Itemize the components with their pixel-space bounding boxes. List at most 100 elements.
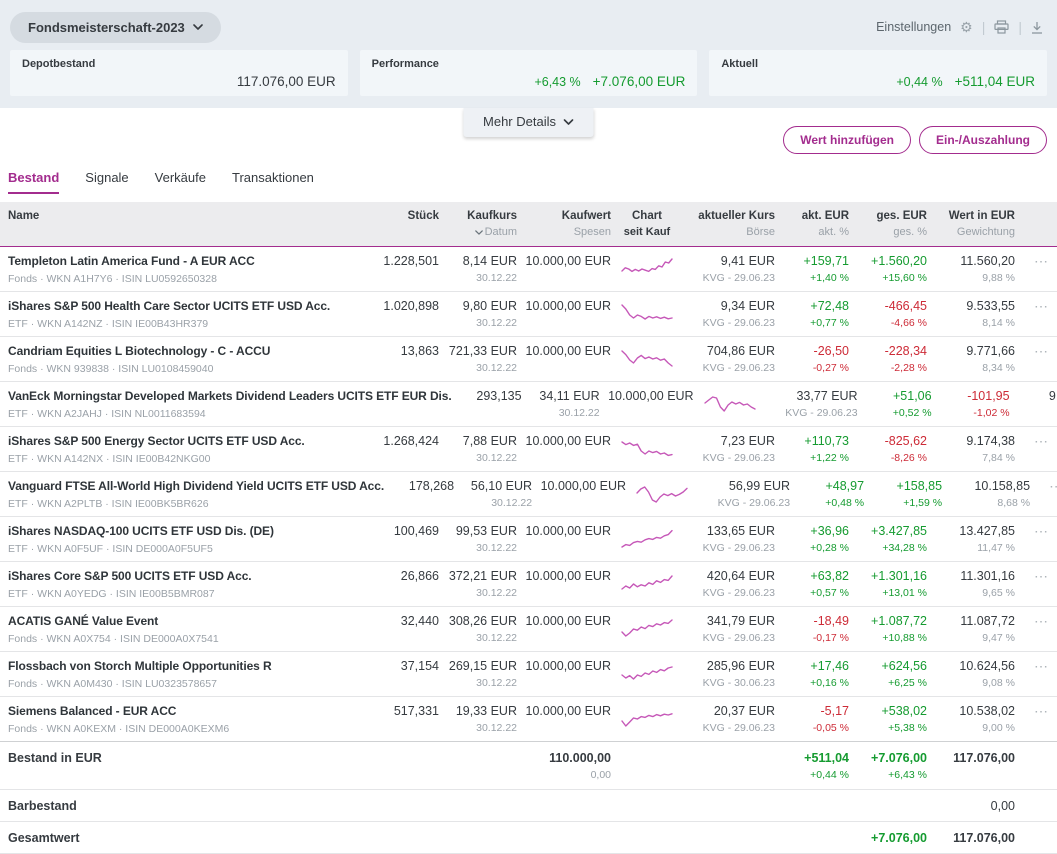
sparkline-chart	[617, 344, 677, 372]
row-menu-button[interactable]: ⋯	[1021, 524, 1049, 538]
card-depotbestand: Depotbestand 117.076,00 EUR	[10, 50, 348, 96]
download-icon[interactable]	[1031, 21, 1043, 34]
table-row: Siemens Balanced - EUR ACC Fonds · WKN A0…	[0, 697, 1057, 742]
summary-label: Bestand in EUR	[8, 751, 102, 765]
sparkline-chart	[617, 704, 677, 732]
position-meta: ETF · WKN A142NZ · ISIN IE00B43HR379	[8, 318, 209, 330]
col-kaufkurs[interactable]: Kaufkurs Datum	[445, 210, 517, 238]
row-menu-button[interactable]: ⋯	[1021, 659, 1049, 673]
tab-transaktionen[interactable]: Transaktionen	[232, 164, 314, 194]
sparkline-chart	[617, 569, 677, 597]
position-name[interactable]: iShares S&P 500 Health Care Sector UCITS…	[8, 299, 369, 313]
position-meta: Fonds · WKN 939838 · ISIN LU0108459040	[8, 363, 214, 375]
more-details-button[interactable]: Mehr Details	[463, 108, 594, 137]
portfolio-selector[interactable]: Fondsmeisterschaft-2023	[10, 11, 221, 43]
aktuell-percent: +0,44 %	[896, 75, 943, 89]
position-name[interactable]: Flossbach von Storch Multiple Opportunit…	[8, 659, 369, 673]
sort-chevron-down-icon	[474, 230, 483, 235]
summary-row-barbestand: Barbestand 0,00	[0, 790, 1057, 822]
table-body: Templeton Latin America Fund - A EUR ACC…	[0, 247, 1057, 742]
row-menu-button[interactable]: ⋯	[1021, 344, 1049, 358]
tab-bar: Bestand Signale Verkäufe Transaktionen	[0, 164, 1057, 194]
positions-table: Name Stück Kaufkurs Datum Kaufwert Spese…	[0, 202, 1057, 854]
table-row: Vanguard FTSE All-World High Dividend Yi…	[0, 472, 1057, 517]
position-meta: Fonds · WKN A0X754 · ISIN DE000A0X7541	[8, 633, 219, 645]
deposit-withdrawal-button[interactable]: Ein-/Auszahlung	[919, 126, 1047, 154]
position-meta: Fonds · WKN A1H7Y6 · ISIN LU0592650328	[8, 273, 217, 285]
col-akt: akt. EUR akt. %	[801, 210, 849, 238]
position-meta: ETF · WKN A0YEDG · ISIN IE00B5BMR087	[8, 588, 215, 600]
position-name[interactable]: ACATIS GANÉ Value Event	[8, 614, 369, 628]
sparkline-chart	[617, 434, 677, 462]
details-zone: Mehr Details Wert hinzufügen Ein-/Auszah…	[0, 108, 1057, 162]
table-row: iShares NASDAQ-100 UCITS ETF USD Dis. (D…	[0, 517, 1057, 562]
more-details-label: Mehr Details	[483, 114, 556, 129]
card-aktuell: Aktuell +0,44 % +511,04 EUR	[709, 50, 1048, 96]
position-name[interactable]: iShares NASDAQ-100 UCITS ETF USD Dis. (D…	[8, 524, 369, 538]
add-value-button[interactable]: Wert hinzufügen	[783, 126, 911, 154]
summary-label: Gesamtwert	[8, 831, 80, 845]
col-name: Name	[8, 210, 40, 222]
performance-value: +7.076,00 EUR	[592, 74, 686, 89]
chevron-down-icon	[192, 24, 203, 30]
sparkline-chart	[632, 479, 692, 507]
table-row: VanEck Morningstar Developed Markets Div…	[0, 382, 1057, 427]
gear-icon[interactable]: ⚙	[960, 19, 973, 36]
barbestand-wert: 0,00	[990, 799, 1015, 813]
row-menu-button[interactable]: ⋯	[1021, 254, 1049, 268]
col-kurs: aktueller Kurs Börse	[698, 210, 775, 238]
row-menu-button[interactable]: ⋯	[1021, 434, 1049, 448]
sparkline-chart	[617, 614, 677, 642]
bestand-ges-eur: +7.076,00	[871, 751, 927, 765]
summary-row-bestand: Bestand in EUR 110.000,00 0,00 +511,04 +…	[0, 741, 1057, 790]
position-name[interactable]: Vanguard FTSE All-World High Dividend Yi…	[8, 479, 384, 493]
position-name[interactable]: VanEck Morningstar Developed Markets Div…	[8, 389, 452, 403]
col-chart: Chart seit Kauf	[623, 210, 671, 238]
position-name[interactable]: Siemens Balanced - EUR ACC	[8, 704, 369, 718]
action-buttons: Wert hinzufügen Ein-/Auszahlung	[783, 126, 1047, 154]
sparkline-chart	[617, 524, 677, 552]
printer-icon[interactable]	[994, 20, 1009, 34]
tab-bestand[interactable]: Bestand	[8, 164, 60, 194]
settings-label[interactable]: Einstellungen	[876, 20, 951, 34]
position-name[interactable]: Candriam Equities L Biotechnology - C - …	[8, 344, 369, 358]
tab-verkäufe[interactable]: Verkäufe	[155, 164, 206, 194]
position-meta: Fonds · WKN A0M430 · ISIN LU0323578657	[8, 678, 217, 690]
position-name[interactable]: Templeton Latin America Fund - A EUR ACC	[8, 254, 369, 268]
sparkline-chart	[617, 659, 677, 687]
position-name[interactable]: iShares Core S&P 500 UCITS ETF USD Acc.	[8, 569, 369, 583]
depot-value: 117.076,00 EUR	[236, 74, 336, 89]
summary-cards: Depotbestand 117.076,00 EUR Performance …	[10, 50, 1048, 96]
table-row: iShares S&P 500 Energy Sector UCITS ETF …	[0, 427, 1057, 472]
toolbar-divider: |	[1018, 19, 1022, 35]
row-menu-button[interactable]: ⋯	[1021, 569, 1049, 583]
header-toolbar: Einstellungen ⚙ | |	[876, 19, 1047, 36]
summary-label: Barbestand	[8, 799, 77, 813]
position-meta: ETF · WKN A0F5UF · ISIN DE000A0F5UF5	[8, 543, 213, 555]
row-menu-button[interactable]: ⋯	[1021, 614, 1049, 628]
position-name[interactable]: iShares S&P 500 Energy Sector UCITS ETF …	[8, 434, 369, 448]
row-menu-button[interactable]: ⋯	[1021, 299, 1049, 313]
table-row: ACATIS GANÉ Value Event Fonds · WKN A0X75…	[0, 607, 1057, 652]
row-menu-button[interactable]: ⋯	[1036, 479, 1057, 493]
performance-percent: +6,43 %	[534, 75, 581, 89]
position-meta: ETF · WKN A2JAHJ · ISIN NL0011683594	[8, 408, 206, 420]
bestand-wert: 117.076,00	[953, 751, 1015, 765]
col-wert: Wert in EUR Gewichtung	[948, 210, 1015, 238]
position-meta: Fonds · WKN A0KEXM · ISIN DE000A0KEXM6	[8, 723, 230, 735]
row-menu-button[interactable]: ⋯	[1021, 704, 1049, 718]
bestand-akt-eur: +511,04	[804, 751, 849, 765]
tab-signale[interactable]: Signale	[85, 164, 128, 194]
bestand-spesen: 0,00	[590, 769, 611, 781]
card-label: Depotbestand	[22, 58, 96, 70]
bestand-akt-pct: +0,44 %	[810, 769, 849, 781]
table-row: iShares Core S&P 500 UCITS ETF USD Acc. E…	[0, 562, 1057, 607]
position-meta: ETF · WKN A2PLTB · ISIN IE00BK5BR626	[8, 498, 209, 510]
bestand-ges-pct: +6,43 %	[888, 769, 927, 781]
table-row: Candriam Equities L Biotechnology - C - …	[0, 337, 1057, 382]
position-meta: ETF · WKN A142NX · ISIN IE00B42NKG00	[8, 453, 211, 465]
bestand-kaufwert: 110.000,00	[549, 751, 611, 765]
table-row: Templeton Latin America Fund - A EUR ACC…	[0, 247, 1057, 292]
header: Fondsmeisterschaft-2023 Einstellungen ⚙ …	[0, 0, 1057, 108]
card-label: Performance	[371, 58, 439, 70]
